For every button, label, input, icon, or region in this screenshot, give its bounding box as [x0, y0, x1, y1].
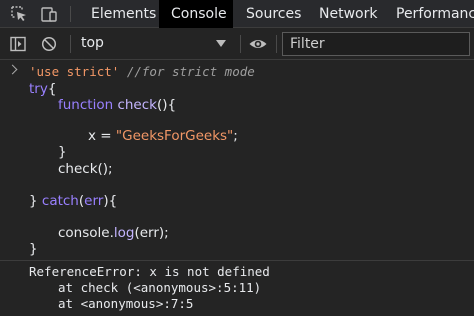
tab-console[interactable]: Console: [159, 0, 233, 28]
code-line: try{: [29, 81, 56, 97]
code-line: 'use strict' //for strict mode: [29, 64, 255, 80]
code-operator: =: [96, 128, 116, 144]
code-string: 'use strict': [29, 64, 120, 79]
code-method: log: [113, 225, 135, 241]
code-comment: //for strict mode: [126, 64, 255, 79]
toolbar-divider: [276, 35, 277, 53]
filter-input[interactable]: [282, 32, 470, 56]
code-line: check();: [58, 161, 113, 177]
code-object: console.: [58, 225, 114, 241]
code-variable: x: [88, 128, 96, 144]
sidebar-toggle-icon[interactable]: [9, 35, 27, 53]
toolbar-divider: [240, 35, 241, 53]
eye-icon[interactable]: [248, 35, 268, 53]
code-brace: }: [58, 144, 67, 160]
stack-trace-line[interactable]: at check (<anonymous>:5:11): [58, 280, 261, 296]
code-brace: }: [29, 193, 42, 209]
code-line: }: [29, 241, 38, 257]
inspect-element-icon[interactable]: [10, 5, 28, 23]
code-brace: {: [47, 81, 57, 97]
context-value: top: [81, 35, 104, 51]
code-function-name: check: [117, 97, 157, 113]
code-punctuation: ;: [233, 128, 238, 144]
tab-network[interactable]: Network: [307, 0, 389, 28]
dropdown-arrow-icon: [216, 40, 226, 47]
code-line: } catch(err){: [29, 193, 117, 209]
code-line: console.log(err);: [58, 225, 169, 241]
code-keyword: catch: [41, 193, 79, 209]
tab-sources[interactable]: Sources: [234, 0, 313, 28]
stack-trace-line[interactable]: at <anonymous>:7:5: [58, 296, 193, 312]
toolbar-divider: [70, 35, 71, 53]
console-toolbar: top: [0, 28, 474, 60]
code-line: }: [58, 144, 67, 160]
code-punctuation: (err);: [134, 225, 169, 241]
code-brace: }: [29, 241, 38, 257]
prompt-chevron-icon: [7, 64, 18, 75]
code-punctuation: ){: [103, 193, 118, 209]
context-selector[interactable]: top: [72, 32, 232, 55]
code-keyword: function: [58, 97, 114, 113]
code-punctuation: (){: [156, 97, 177, 113]
code-parameter: err: [84, 193, 104, 209]
tabbar-divider: [70, 6, 71, 22]
clear-console-icon[interactable]: [40, 35, 58, 53]
code-line: function check(){: [58, 97, 176, 113]
tab-performance[interactable]: Performance: [384, 0, 474, 28]
console-output: 'use strict' //for strict mode try{ func…: [0, 60, 474, 316]
code-line: x = "GeeksForGeeks";: [88, 128, 238, 144]
device-toolbar-icon[interactable]: [40, 5, 58, 23]
message-divider: [0, 260, 474, 261]
devtools-window: Elements Console Sources Network Perform…: [0, 0, 474, 316]
devtools-tabbar: Elements Console Sources Network Perform…: [0, 0, 474, 28]
code-call: check();: [58, 161, 113, 177]
error-message: ReferenceError: x is not defined: [29, 264, 270, 279]
code-keyword: try: [29, 81, 48, 97]
tab-elements[interactable]: Elements: [79, 0, 168, 28]
code-string: "GeeksForGeeks": [115, 128, 234, 144]
